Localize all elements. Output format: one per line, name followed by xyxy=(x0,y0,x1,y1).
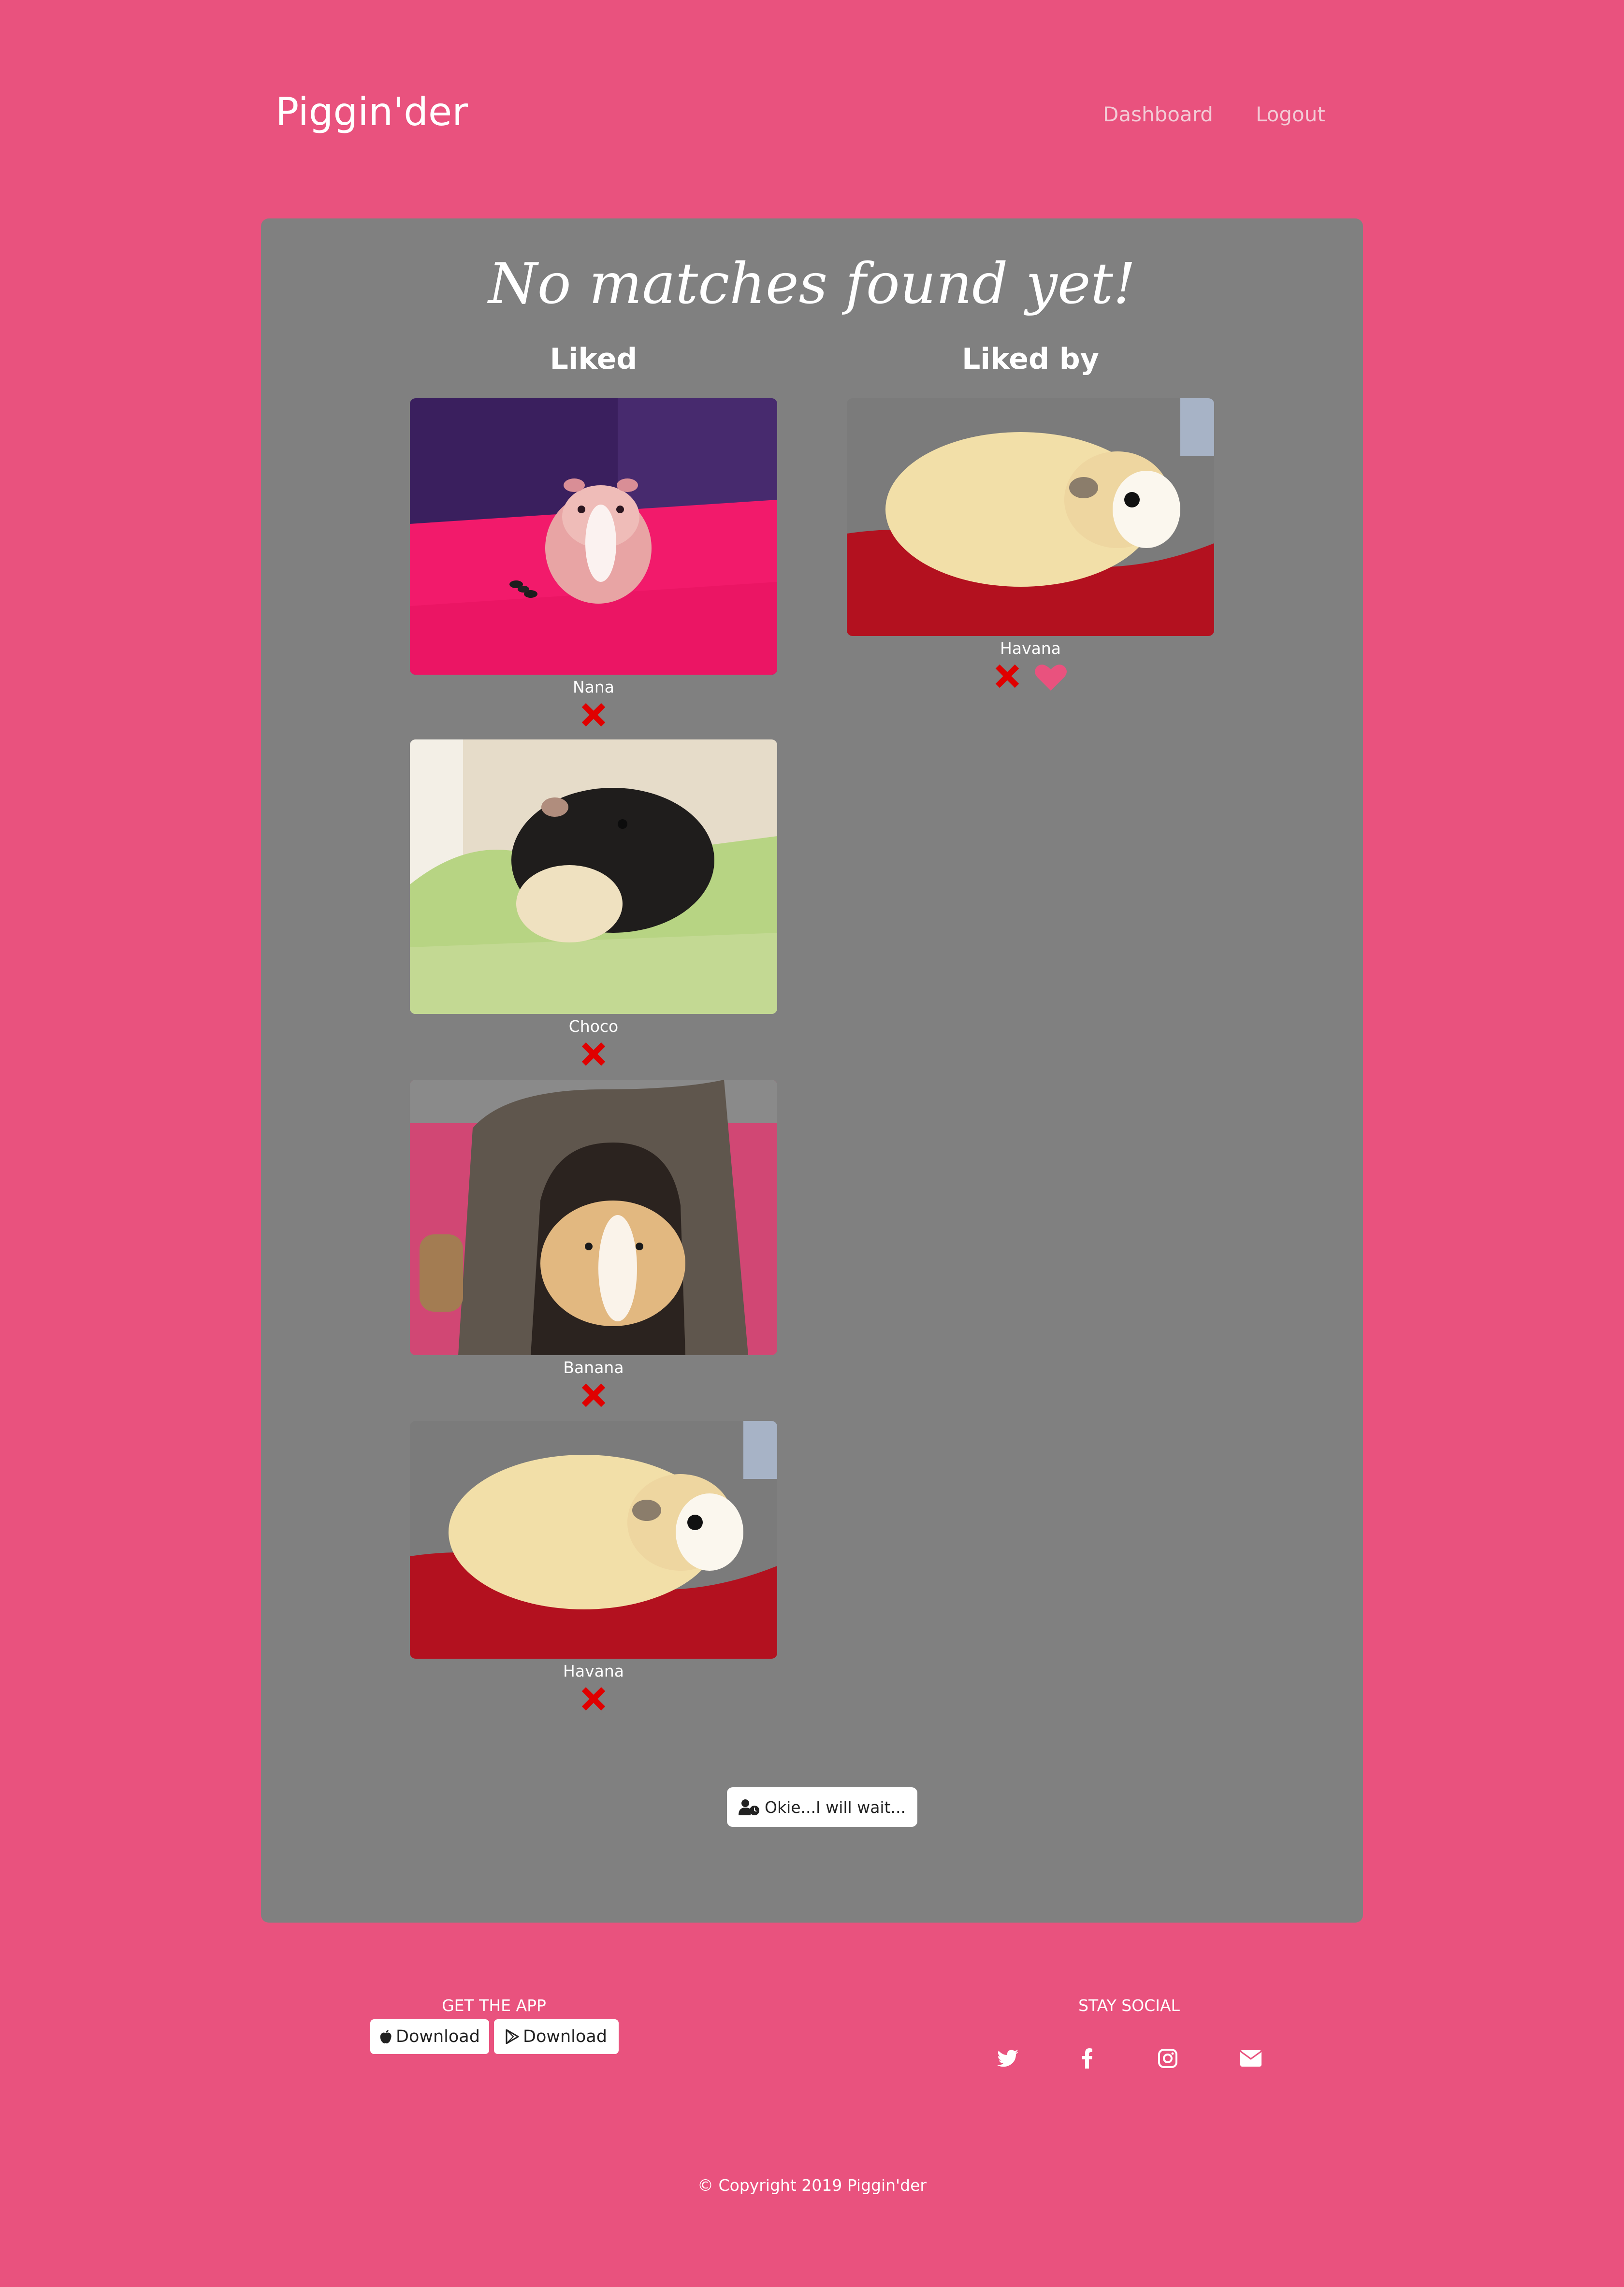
instagram-icon xyxy=(1158,2049,1177,2068)
reject-x-icon[interactable] xyxy=(580,1685,607,1712)
guinea-pig-photo xyxy=(410,739,777,1014)
reject-x-icon[interactable] xyxy=(580,1382,607,1409)
twitter-link[interactable] xyxy=(996,2047,1019,2070)
facebook-icon xyxy=(1082,2048,1092,2069)
liked-card: Choco xyxy=(410,739,777,1068)
nav-logout-link[interactable]: Logout xyxy=(1256,102,1325,126)
facebook-link[interactable] xyxy=(1076,2047,1099,2070)
no-matches-title: No matches found yet! xyxy=(488,251,1136,317)
pig-name: Havana xyxy=(563,1662,624,1680)
pig-name: Banana xyxy=(563,1358,624,1377)
reject-x-icon[interactable] xyxy=(580,701,607,728)
twitter-icon xyxy=(997,2050,1018,2067)
google-play-icon xyxy=(506,2029,519,2044)
download-ios-label: Download xyxy=(396,2027,480,2046)
brand-logo[interactable]: Piggin'der xyxy=(276,89,468,134)
nav-dashboard-link[interactable]: Dashboard xyxy=(1103,102,1213,126)
get-app-heading: GET THE APP xyxy=(442,1996,546,2015)
like-heart-icon[interactable] xyxy=(1034,663,1067,692)
wait-button[interactable]: Okie...I will wait... xyxy=(727,1787,917,1827)
liked-card: Havana xyxy=(410,1421,777,1712)
reject-x-icon[interactable] xyxy=(994,663,1021,690)
envelope-icon xyxy=(1240,2050,1262,2067)
user-clock-icon xyxy=(738,1799,759,1815)
pig-name: Nana xyxy=(572,678,615,696)
download-android-label: Download xyxy=(523,2027,607,2046)
guinea-pig-photo xyxy=(410,1080,777,1355)
download-ios-button[interactable]: Download xyxy=(370,2019,489,2054)
pig-name: Havana xyxy=(1000,639,1061,658)
liked-card: Banana xyxy=(410,1080,777,1409)
liked-by-heading: Liked by xyxy=(962,342,1099,376)
liked-card: Nana xyxy=(410,398,777,728)
email-link[interactable] xyxy=(1239,2047,1262,2070)
stay-social-heading: STAY SOCIAL xyxy=(1078,1996,1180,2015)
download-android-button[interactable]: Download xyxy=(494,2019,619,2054)
wait-button-label: Okie...I will wait... xyxy=(764,1797,906,1817)
guinea-pig-photo xyxy=(410,1421,777,1659)
guinea-pig-photo xyxy=(847,398,1214,636)
liked-by-card: Havana xyxy=(847,398,1214,692)
pig-name: Choco xyxy=(568,1017,619,1036)
liked-heading: Liked xyxy=(550,342,638,376)
reject-x-icon[interactable] xyxy=(580,1041,607,1068)
copyright-text: © Copyright 2019 Piggin'der xyxy=(697,2176,927,2195)
guinea-pig-photo xyxy=(410,398,777,675)
apple-icon xyxy=(380,2030,392,2043)
instagram-link[interactable] xyxy=(1156,2047,1179,2070)
